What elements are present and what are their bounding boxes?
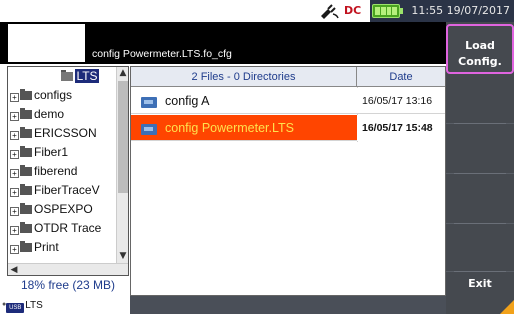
folder-icon xyxy=(20,89,32,100)
tree-list: LTS + configs + demo + ERICSSON + Fiber1 + fi… xyxy=(8,67,116,257)
tree-item-ospexpo[interactable]: + OSPEXPO xyxy=(8,200,116,219)
file-list: 2 Files - 0 Directories Date config A 16… xyxy=(130,66,446,296)
folder-icon xyxy=(20,203,32,214)
file-list-header: 2 Files - 0 Directories Date xyxy=(131,67,445,87)
exit-label: Exit xyxy=(468,277,492,290)
load-config-label-2: Config. xyxy=(458,55,502,68)
softkey-5-button[interactable] xyxy=(446,224,514,272)
softkey-2-button[interactable] xyxy=(446,74,514,124)
scroll-left-icon[interactable]: ◀ xyxy=(8,264,20,275)
tree-item-fiberend[interactable]: + fiberend xyxy=(8,162,116,181)
scroll-down-icon[interactable]: ▼ xyxy=(117,250,128,263)
expand-icon[interactable]: + xyxy=(10,131,19,140)
tree-item-demo[interactable]: + demo xyxy=(8,105,116,124)
folder-icon xyxy=(61,70,74,81)
tree-horizontal-scrollbar[interactable]: ◀ xyxy=(8,263,128,275)
tree-item-otdr-trace[interactable]: + OTDR Trace xyxy=(8,219,116,238)
folder-icon xyxy=(20,108,32,119)
expand-icon[interactable]: + xyxy=(10,226,19,235)
expand-icon[interactable]: + xyxy=(10,93,19,102)
status-bar: DC 11:55 19/07/2017 xyxy=(0,0,514,22)
tree-item-label: OTDR Trace xyxy=(34,221,102,235)
file-row-config-a[interactable]: config A 16/05/17 13:16 xyxy=(131,88,445,114)
tree-vertical-scrollbar[interactable]: ▲ ▼ xyxy=(116,67,128,263)
expand-icon[interactable]: + xyxy=(10,169,19,178)
free-space-label: 18% free (23 MB) xyxy=(7,276,129,295)
softkey-divider xyxy=(454,271,506,272)
usb-drive-icon: USB xyxy=(6,303,25,313)
tree-item-print[interactable]: + Print xyxy=(8,238,116,257)
folder-icon xyxy=(20,146,32,157)
load-config-button[interactable]: Load Config. xyxy=(446,24,514,74)
file-name: config A xyxy=(165,94,210,108)
file-date: 16/05/17 13:16 xyxy=(362,95,433,107)
tree-item-configs[interactable]: + configs xyxy=(8,86,116,105)
softkey-divider xyxy=(454,223,506,224)
tree-item-label: ERICSSON xyxy=(34,126,97,140)
folder-icon xyxy=(20,184,32,195)
folder-icon xyxy=(20,222,32,233)
screen: DC 11:55 19/07/2017 config Powermeter.LT… xyxy=(0,0,514,314)
expand-icon[interactable]: + xyxy=(10,245,19,254)
tree-item-label: fiberend xyxy=(34,164,78,178)
tree-item-label: FiberTraceV xyxy=(34,183,100,197)
config-file-icon xyxy=(141,124,157,135)
corner-indicator-icon xyxy=(500,300,514,314)
bottom-bar xyxy=(130,296,446,314)
file-name: config Powermeter.LTS xyxy=(165,121,294,135)
directory-tree[interactable]: LTS + configs + demo + ERICSSON + Fiber1 + fi… xyxy=(7,66,129,276)
tree-item-label: Print xyxy=(34,240,59,254)
tree-root-label: LTS xyxy=(75,69,99,83)
dc-power-icon: DC xyxy=(344,4,362,17)
header-preview-box xyxy=(8,24,85,62)
softkey-3-button[interactable] xyxy=(446,124,514,174)
plug-icon xyxy=(321,4,339,19)
tree-root-lts[interactable]: LTS xyxy=(8,67,116,86)
tree-item-ericsson[interactable]: + ERICSSON xyxy=(8,124,116,143)
current-file-path: config Powermeter.LTS.fo_cfg xyxy=(92,48,232,60)
expand-icon[interactable]: + xyxy=(10,150,19,159)
drive-selector[interactable]: ● USB LTS xyxy=(0,296,130,314)
tree-item-fiber1[interactable]: + Fiber1 xyxy=(8,143,116,162)
folder-icon xyxy=(20,241,32,252)
column-header-files[interactable]: 2 Files - 0 Directories xyxy=(131,67,357,87)
expand-icon[interactable]: + xyxy=(10,112,19,121)
tree-item-fibertracev[interactable]: + FiberTraceV xyxy=(8,181,116,200)
scroll-up-icon[interactable]: ▲ xyxy=(117,67,128,80)
scroll-thumb[interactable] xyxy=(118,81,128,193)
drive-label: LTS xyxy=(25,300,43,311)
config-file-icon xyxy=(141,97,157,108)
file-date: 16/05/17 15:48 xyxy=(357,115,445,141)
softkey-divider xyxy=(454,173,506,174)
tree-item-label: demo xyxy=(34,107,65,121)
column-header-date[interactable]: Date xyxy=(357,67,445,87)
tree-item-label: Fiber1 xyxy=(34,145,69,159)
softkey-4-button[interactable] xyxy=(446,174,514,224)
expand-icon[interactable]: + xyxy=(10,188,19,197)
softkey-panel: Load Config. Exit xyxy=(446,22,514,314)
tree-item-label: configs xyxy=(34,88,73,102)
load-config-label-1: Load xyxy=(465,39,495,52)
folder-icon xyxy=(20,165,32,176)
expand-icon[interactable]: + xyxy=(10,207,19,216)
folder-icon xyxy=(20,127,32,138)
battery-icon xyxy=(372,4,403,18)
tree-item-label: OSPEXPO xyxy=(34,202,93,216)
softkey-divider xyxy=(454,123,506,124)
file-row-config-powermeter-selected[interactable]: config Powermeter.LTS 16/05/17 15:48 xyxy=(131,115,445,141)
